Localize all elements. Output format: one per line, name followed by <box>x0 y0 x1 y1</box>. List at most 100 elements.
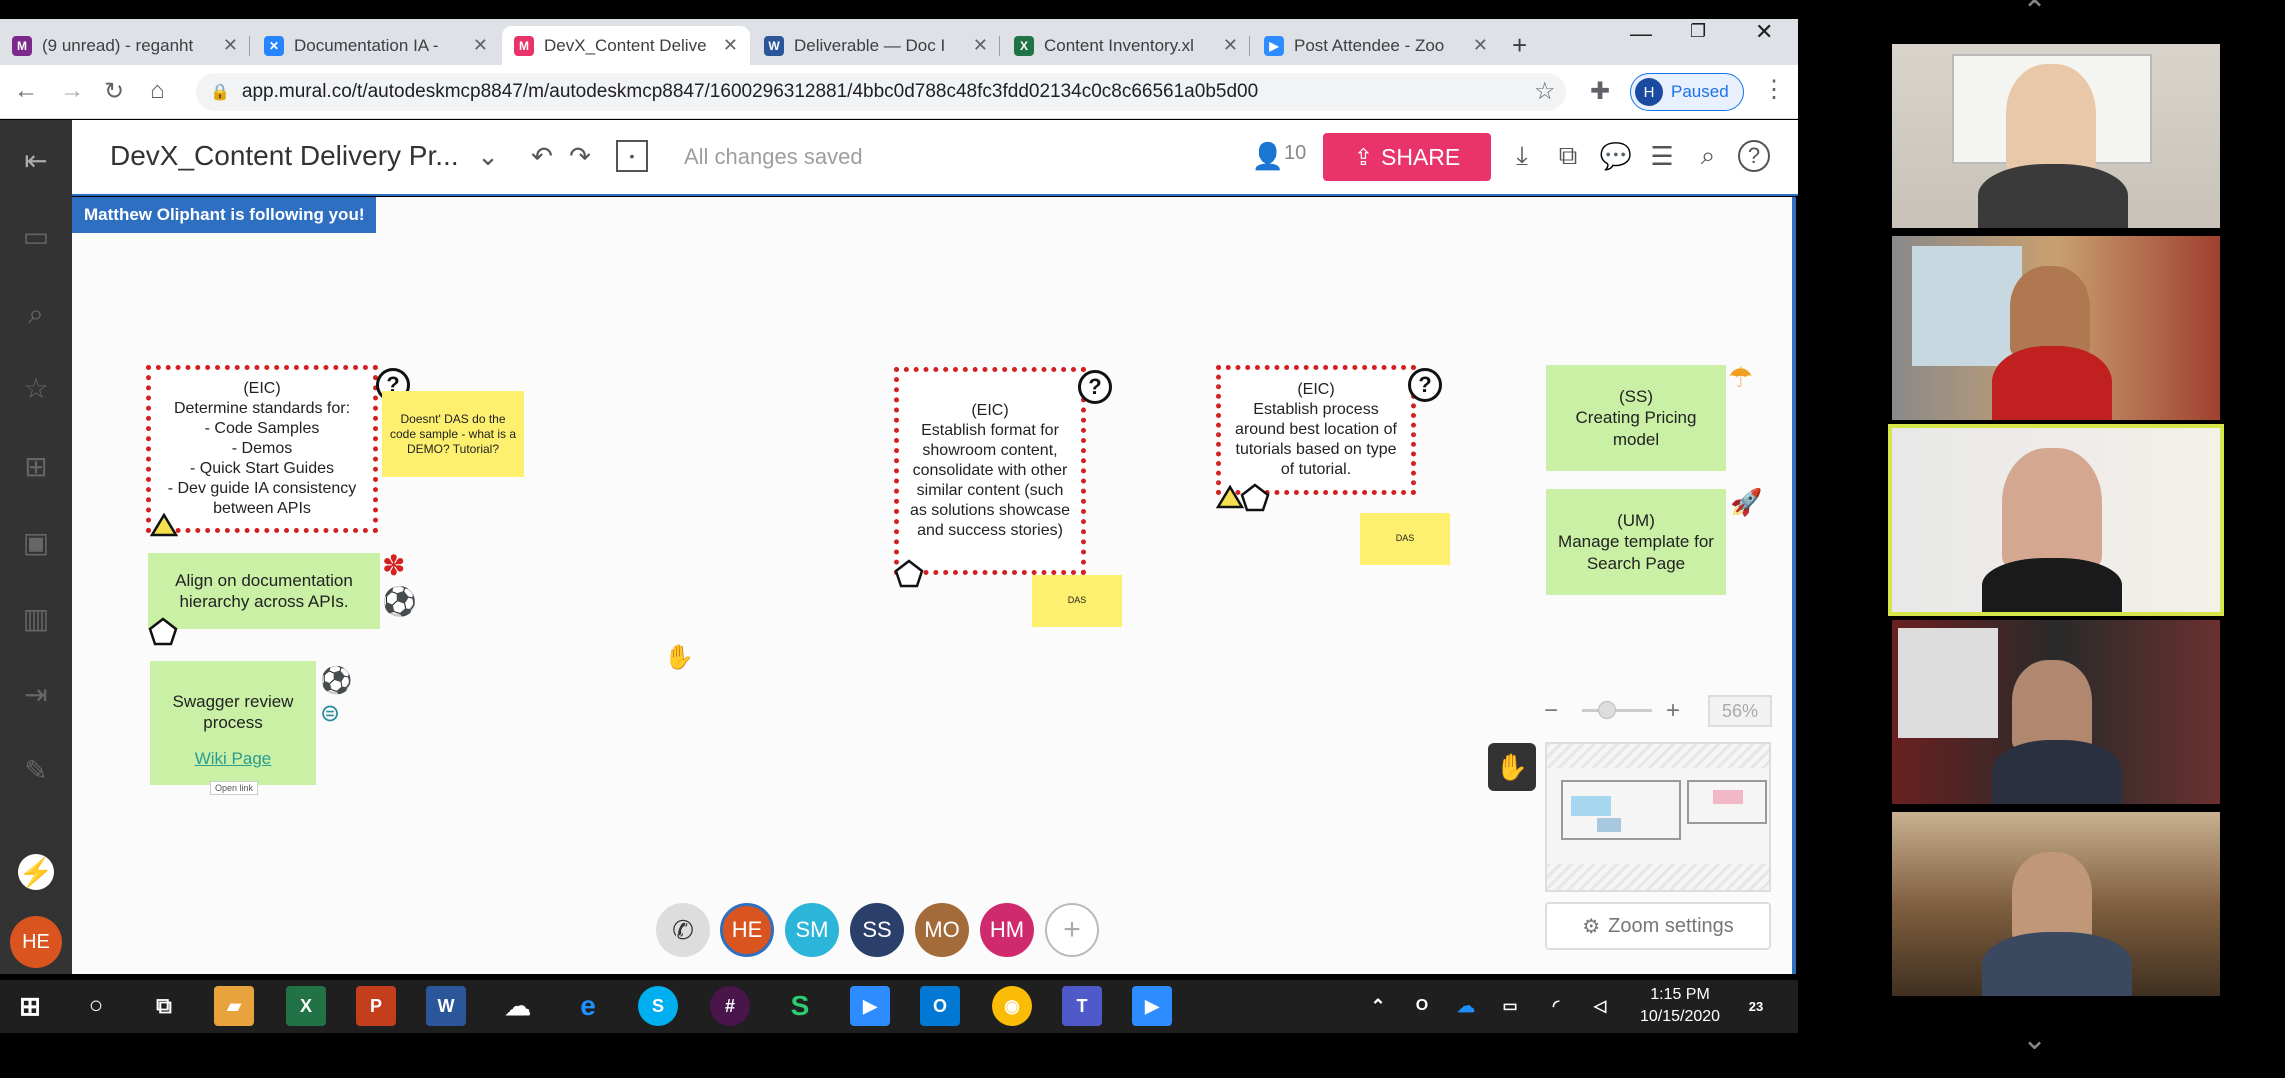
url-field[interactable]: 🔒 app.mural.co/t/autodeskmcp8847/m/autod… <box>196 73 1566 111</box>
back-icon[interactable]: ← <box>14 77 38 105</box>
zoom-in-icon[interactable]: + <box>1666 697 1680 725</box>
video-tile[interactable] <box>1892 812 2220 996</box>
search-content-icon[interactable]: ⌕ <box>18 296 54 332</box>
zoom-slider-handle[interactable] <box>1598 701 1616 719</box>
image-icon[interactable]: ▣ <box>18 524 54 560</box>
sticky-um-search[interactable]: (UM) Manage template for Search Page <box>1546 489 1726 595</box>
minimap[interactable] <box>1545 742 1771 892</box>
help-icon[interactable]: ? <box>1738 140 1770 172</box>
word-icon[interactable]: W <box>426 986 466 1026</box>
tab-documentation-ia[interactable]: ✕ Documentation IA - ✕ <box>252 26 500 65</box>
chevron-up-icon[interactable]: ⌃ <box>1358 986 1398 1026</box>
chat-icon[interactable]: 💬 <box>1600 140 1632 172</box>
restore-icon[interactable]: ❐ <box>1690 21 1706 42</box>
sticky-eic-tutorials[interactable]: (EIC) Establish process around best loca… <box>1216 365 1416 495</box>
zoom-settings-button[interactable]: ⚙ Zoom settings <box>1545 902 1771 950</box>
scribe-icon[interactable]: S <box>780 986 820 1026</box>
zoom-level[interactable]: 56% <box>1708 695 1772 727</box>
minimize-icon[interactable]: — <box>1630 21 1652 47</box>
video-tile[interactable] <box>1892 44 2220 228</box>
chrome-icon[interactable]: ◉ <box>992 986 1032 1026</box>
upload-icon[interactable]: ⇥ <box>18 676 54 712</box>
comments-icon[interactable]: ⧉ <box>1552 140 1584 172</box>
tab-content-inventory[interactable]: X Content Inventory.xl ✕ <box>1002 26 1250 65</box>
teams-icon[interactable]: T <box>1062 986 1102 1026</box>
user-avatar[interactable]: HE <box>10 916 62 968</box>
extensions-icon[interactable]: ✚ <box>1590 77 1610 106</box>
tab-gmail[interactable]: M (9 unread) - reganht ✕ <box>0 26 250 65</box>
sticky-eic-showroom[interactable]: (EIC) Establish format for showroom cont… <box>894 367 1086 575</box>
open-link-button[interactable]: Open link <box>210 781 259 795</box>
collaborator-avatar[interactable]: SS <box>850 903 904 957</box>
collaborator-avatar[interactable]: SM <box>785 903 839 957</box>
sticky-align-hierarchy[interactable]: Align on documentation hierarchy across … <box>148 553 380 629</box>
sticky-das[interactable]: DAS <box>1360 513 1450 565</box>
sticky-note-icon[interactable]: ▭ <box>18 218 54 254</box>
share-button[interactable]: ⇪ SHARE <box>1323 133 1491 181</box>
tab-post-attendee[interactable]: ▶ Post Attendee - Zoo ✕ <box>1252 26 1500 65</box>
close-icon[interactable]: ✕ <box>973 35 988 56</box>
pen-icon[interactable]: ✎ <box>18 752 54 788</box>
library-icon[interactable]: ▥ <box>18 600 54 636</box>
close-icon[interactable]: ✕ <box>1473 35 1488 56</box>
forward-icon[interactable]: → <box>60 77 84 105</box>
chevron-down-icon[interactable]: ⌄ <box>472 140 504 172</box>
zoom-icon[interactable]: ▶ <box>850 986 890 1026</box>
volume-icon[interactable]: ◁ <box>1580 986 1620 1026</box>
zoom-slider-track[interactable] <box>1582 709 1652 712</box>
redo-icon[interactable]: ↷ <box>564 140 596 172</box>
board-title[interactable]: DevX_Content Delivery Pr... <box>110 140 459 172</box>
video-tile[interactable] <box>1892 236 2220 420</box>
menu-dots-icon[interactable]: ⋮ <box>1762 75 1786 104</box>
outlook-tray-icon[interactable]: O <box>1402 986 1442 1026</box>
onedrive-tray-icon[interactable]: ☁ <box>1446 986 1486 1026</box>
profile-button[interactable]: H Paused <box>1630 73 1744 111</box>
frameworks-icon[interactable]: ⊞ <box>18 448 54 484</box>
collaborator-avatar[interactable]: HM <box>980 903 1034 957</box>
notifications-icon[interactable]: 23 <box>1736 986 1776 1026</box>
sticky-ss-pricing[interactable]: (SS) Creating Pricing model <box>1546 365 1726 471</box>
search-icon[interactable]: ⌕ <box>1692 140 1724 172</box>
close-window-icon[interactable]: ✕ <box>1755 19 1773 45</box>
home-icon[interactable]: ⌂ <box>150 77 165 105</box>
onedrive-icon[interactable]: ☁ <box>498 986 538 1026</box>
activity-icon[interactable]: ☰ <box>1646 140 1678 172</box>
new-tab-button[interactable]: + <box>1500 26 1540 65</box>
add-collaborator-button[interactable]: + <box>1045 903 1099 957</box>
outline-icon[interactable]: • <box>616 140 648 172</box>
star-icon[interactable]: ☆ <box>18 370 54 406</box>
slack-icon[interactable]: # <box>710 986 750 1026</box>
sticky-eic-standards[interactable]: (EIC) Determine standards for: - Code Sa… <box>146 365 378 533</box>
task-view-icon[interactable]: ⧉ <box>144 986 184 1026</box>
chevron-down-icon[interactable]: ⌄ <box>2022 1022 2047 1057</box>
lightning-icon[interactable]: ⚡ <box>18 854 54 890</box>
wiki-page-link[interactable]: Wiki Page <box>195 748 272 769</box>
download-icon[interactable]: ⤓ <box>1506 140 1538 172</box>
skype-icon[interactable]: S <box>638 986 678 1026</box>
mural-canvas[interactable]: Matthew Oliphant is following you! (EIC)… <box>72 197 1796 974</box>
tab-deliverable-doc[interactable]: W Deliverable — Doc I ✕ <box>752 26 1000 65</box>
video-tile-active-speaker[interactable] <box>1888 424 2224 616</box>
zoom-meeting-icon[interactable]: ▶ <box>1132 986 1172 1026</box>
undo-icon[interactable]: ↶ <box>526 140 558 172</box>
collaborator-avatar[interactable]: HE <box>720 903 774 957</box>
close-icon[interactable]: ✕ <box>723 35 738 56</box>
excel-icon[interactable]: X <box>286 986 326 1026</box>
system-clock[interactable]: 1:15 PM 10/15/2020 <box>1625 984 1735 1029</box>
search-circle-icon[interactable]: ○ <box>76 986 116 1026</box>
powerpoint-icon[interactable]: P <box>356 986 396 1026</box>
wifi-icon[interactable]: ◜ <box>1536 986 1576 1026</box>
bookmark-star-icon[interactable]: ☆ <box>1534 77 1556 106</box>
sticky-das-note[interactable]: Doesnt' DAS do the code sample - what is… <box>382 391 524 477</box>
reload-icon[interactable]: ↻ <box>104 77 124 106</box>
windows-start-icon[interactable]: ⊞ <box>10 986 50 1026</box>
collaborator-avatar[interactable]: MO <box>915 903 969 957</box>
close-icon[interactable]: ✕ <box>473 35 488 56</box>
sticky-swagger-review[interactable]: Swagger review process Wiki Page <box>150 661 316 785</box>
sticky-das[interactable]: DAS <box>1032 575 1122 627</box>
close-icon[interactable]: ✕ <box>1223 35 1238 56</box>
zoom-out-icon[interactable]: − <box>1544 697 1558 725</box>
file-explorer-icon[interactable]: ▰ <box>214 986 254 1026</box>
phone-call-button[interactable]: ✆ <box>656 903 710 957</box>
tab-devx-content[interactable]: M DevX_Content Delive ✕ <box>502 26 750 65</box>
